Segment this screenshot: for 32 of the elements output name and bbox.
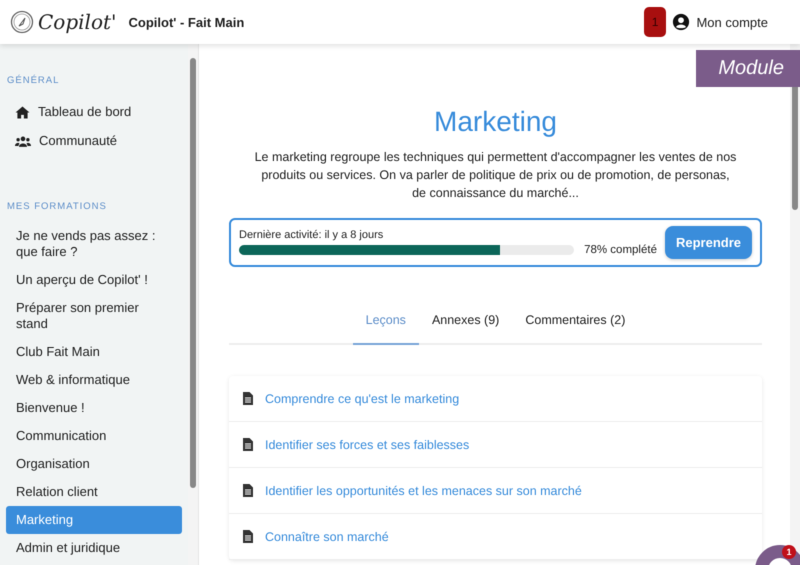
sidebar-item[interactable]: Web & informatique: [6, 366, 182, 394]
tab[interactable]: Annexes (9): [418, 307, 512, 343]
section-heading: MES FORMATIONS: [6, 200, 108, 214]
sidebar-item[interactable]: Admin et juridique: [6, 534, 182, 562]
sidebar-item[interactable]: Organisation: [6, 450, 182, 478]
logo-text: Copilot': [38, 10, 117, 34]
sidebar-item[interactable]: Bienvenue !: [6, 394, 182, 422]
module-description: Le marketing regroupe les techniques qui permettent d'accompagner les ventes de nos produits ou services. On va parler de politique de prix ou de promotion, de personas, de connaissance du marché...: [254, 149, 737, 202]
home-icon: [15, 106, 30, 118]
document-icon: [243, 530, 253, 543]
sidebar-item[interactable]: Relation client: [6, 478, 182, 506]
document-icon: [243, 484, 253, 497]
document-icon: [243, 392, 253, 405]
sidebar-item[interactable]: Préparer son premier stand: [6, 294, 182, 338]
compass-icon: [10, 10, 34, 34]
account-icon: [672, 13, 690, 31]
module-title: Marketing: [433, 106, 558, 138]
document-icon: [243, 438, 253, 451]
sidebar-item[interactable]: Communication: [6, 422, 182, 450]
app-title: Copilot' - Fait Main: [128, 14, 244, 30]
module-tag: Module: [696, 50, 800, 87]
users-icon: [15, 136, 31, 146]
last-activity: Dernière activité: il y a 8 jours: [239, 229, 384, 241]
progress-reading: 78% complété: [584, 244, 657, 256]
account-link[interactable]: Mon compte: [672, 13, 768, 31]
sidebar-item[interactable]: Je ne vends pas assez : que faire ?: [6, 222, 182, 266]
sidebar-item[interactable]: Club Fait Main: [6, 338, 182, 366]
tab[interactable]: Commentaires (2): [512, 307, 638, 343]
sidebar-item[interactable]: Communauté: [6, 126, 182, 157]
sidebar-item[interactable]: Un aperçu de Copilot' !: [6, 266, 182, 294]
sidebar-item[interactable]: Tableau de bord: [6, 97, 182, 128]
section-heading: GÉNÉRAL: [6, 74, 60, 88]
